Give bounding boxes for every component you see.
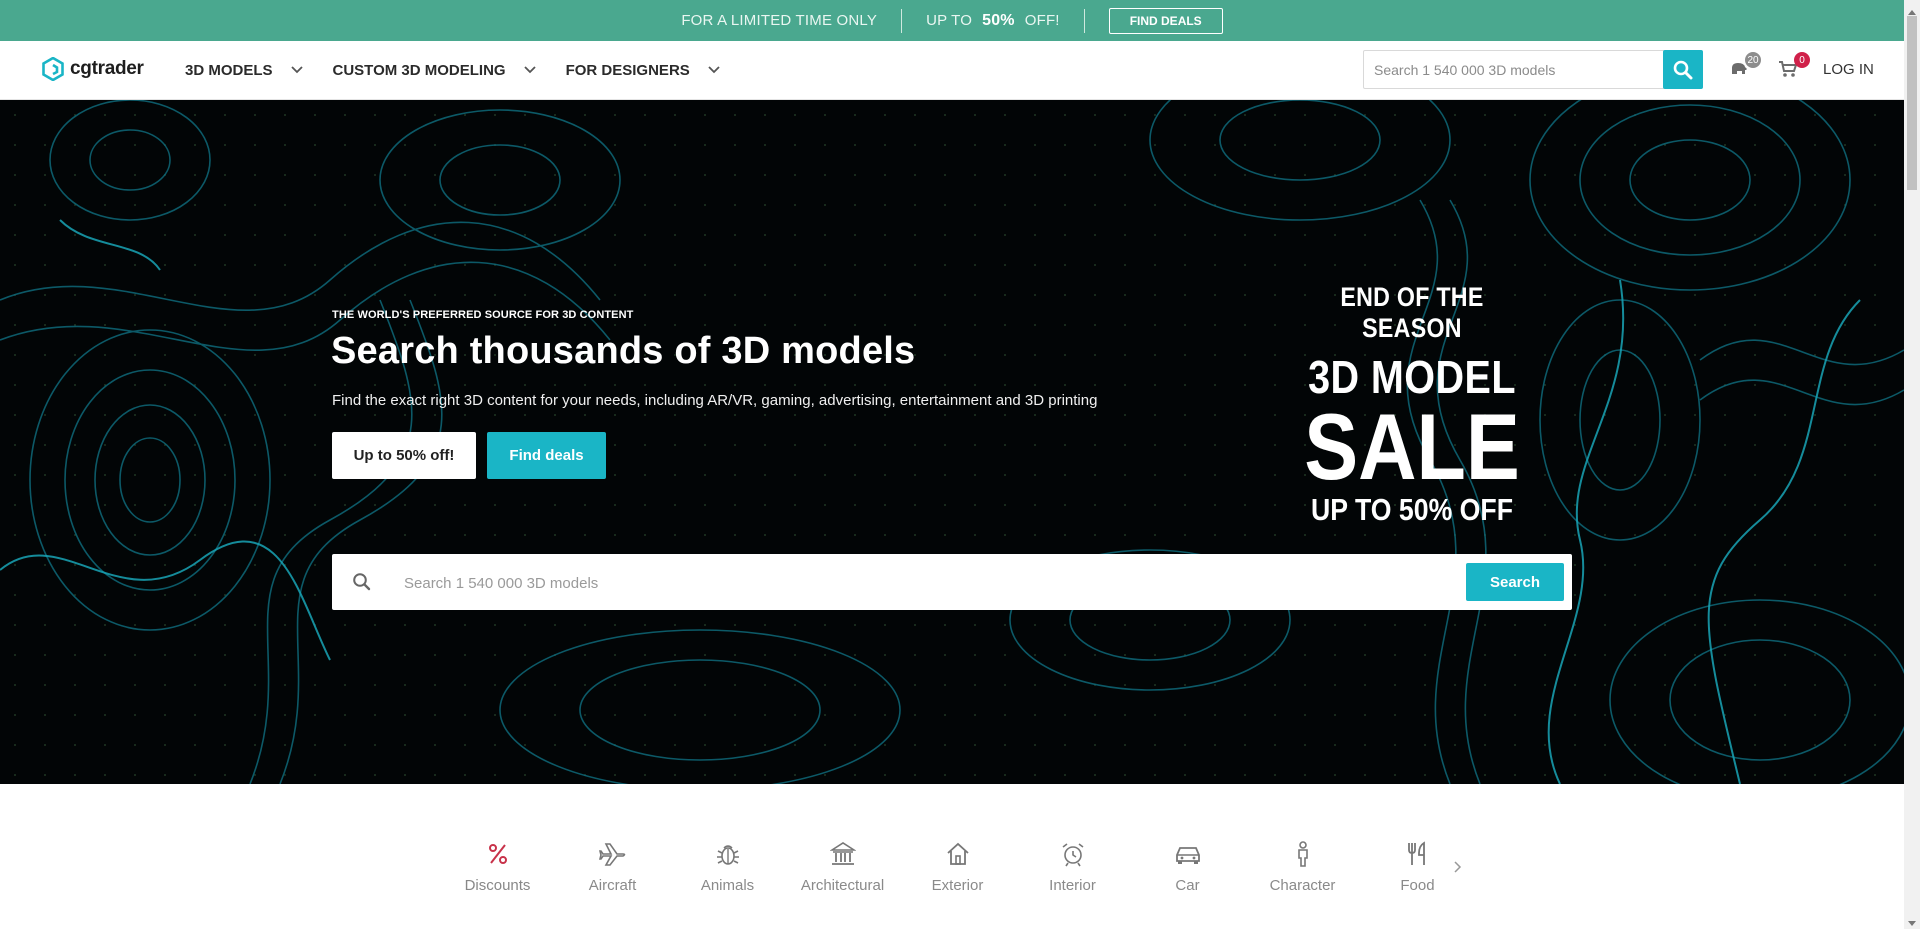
hero-subtitle: Find the exact right 3D content for your…: [332, 392, 1098, 409]
category-animals[interactable]: Animals: [670, 838, 785, 894]
category-architectural[interactable]: Architectural: [785, 838, 900, 894]
promo-percent: 50%: [982, 11, 1015, 29]
logo[interactable]: cgtrader: [42, 57, 144, 81]
cart-count-badge: 0: [1794, 52, 1810, 68]
bug-icon: [716, 845, 739, 865]
category-label: Animals: [700, 877, 755, 894]
category-label: Food: [1400, 877, 1435, 894]
person-icon: [1297, 841, 1308, 867]
site-header: cgtrader 3D MODELS CUSTOM 3D MODELING FO…: [0, 41, 1904, 100]
likes-button[interactable]: 20: [1729, 52, 1761, 83]
category-label: Discounts: [464, 877, 531, 894]
promo-up-to-text: UP TO: [926, 12, 973, 29]
cart-button[interactable]: 0: [1778, 52, 1810, 83]
nav-for-designers-label: FOR DESIGNERS: [565, 61, 690, 79]
chevron-down-icon: [290, 66, 303, 74]
sale-line-3: SALE: [1304, 394, 1520, 499]
category-exterior[interactable]: Exterior: [900, 838, 1015, 894]
find-deals-button[interactable]: FIND DEALS: [1108, 7, 1223, 34]
category-interior[interactable]: Interior: [1015, 838, 1130, 894]
cutlery-icon: [1407, 841, 1425, 865]
category-aircraft[interactable]: Aircraft: [555, 838, 670, 894]
nav-3d-models-label: 3D MODELS: [185, 61, 273, 79]
category-label: Aircraft: [588, 877, 637, 894]
topographic-background: [0, 100, 1904, 784]
category-car[interactable]: Car: [1130, 838, 1245, 894]
category-strip: Discounts Aircraft Animals Architectural…: [440, 838, 1440, 918]
categories-next-button[interactable]: [1452, 860, 1462, 879]
category-label: Architectural: [800, 877, 885, 894]
header-search-box: [1363, 50, 1665, 89]
login-link[interactable]: LOG IN: [1823, 61, 1874, 78]
category-discounts[interactable]: Discounts: [440, 838, 555, 894]
category-label: Exterior: [931, 877, 984, 894]
header-search-input[interactable]: [1364, 51, 1644, 88]
chevron-down-icon: [708, 66, 720, 74]
hero-eyebrow: THE WORLD'S PREFERRED SOURCE FOR 3D CONT…: [332, 309, 634, 321]
hero-title: Search thousands of 3D models: [331, 330, 916, 372]
main-nav: 3D MODELS CUSTOM 3D MODELING FOR DESIGNE…: [185, 41, 750, 99]
chevron-down-icon: [523, 66, 536, 74]
hero-search-input[interactable]: [402, 554, 1406, 612]
category-character[interactable]: Character: [1245, 838, 1360, 894]
promo-divider: [901, 8, 903, 33]
nav-3d-models[interactable]: 3D MODELS: [185, 62, 303, 79]
car-icon: [1175, 847, 1200, 864]
percent-icon: [488, 844, 507, 864]
sale-banner[interactable]: END OF THE SEASON 3D MODEL SALE UP TO 50…: [1270, 282, 1554, 528]
promo-off-text: OFF!: [1024, 12, 1060, 29]
header-search-button[interactable]: [1663, 50, 1703, 89]
cgtrader-logo-icon: [42, 57, 64, 81]
chevron-right-icon: [1454, 861, 1462, 873]
sale-line-4: UP TO 50% OFF: [1311, 492, 1513, 527]
house-icon: [946, 842, 969, 865]
category-label: Interior: [1049, 877, 1096, 894]
logo-text: cgtrader: [70, 58, 144, 79]
hero-search-button[interactable]: Search: [1466, 563, 1564, 601]
search-icon: [353, 573, 371, 591]
promo-limited-text: FOR A LIMITED TIME ONLY: [681, 12, 878, 29]
promo-divider-2: [1083, 8, 1085, 33]
sale-line-1: END OF THE SEASON: [1340, 282, 1484, 343]
scroll-down-arrow-icon[interactable]: [1907, 915, 1917, 933]
find-deals-hero-button[interactable]: Find deals: [487, 432, 606, 479]
building-icon: [829, 842, 856, 865]
category-label: Character: [1269, 877, 1336, 894]
nav-custom-3d-modeling[interactable]: CUSTOM 3D MODELING: [333, 62, 536, 79]
promo-bar: FOR A LIMITED TIME ONLY UP TO 50% OFF! F…: [0, 0, 1904, 41]
likes-count-badge: 20: [1745, 52, 1761, 68]
alarm-clock-icon: [1062, 843, 1083, 867]
search-icon: [1673, 60, 1693, 79]
up-to-50-off-button[interactable]: Up to 50% off!: [332, 432, 476, 479]
scrollbar-thumb[interactable]: [1907, 16, 1917, 190]
airplane-icon: [598, 843, 625, 866]
category-label: Car: [1175, 877, 1200, 894]
nav-custom-modeling-label: CUSTOM 3D MODELING: [332, 61, 506, 79]
hero-search-bar: Search: [332, 554, 1572, 612]
nav-for-designers[interactable]: FOR DESIGNERS: [566, 62, 720, 79]
hero-banner: THE WORLD'S PREFERRED SOURCE FOR 3D CONT…: [0, 100, 1904, 784]
